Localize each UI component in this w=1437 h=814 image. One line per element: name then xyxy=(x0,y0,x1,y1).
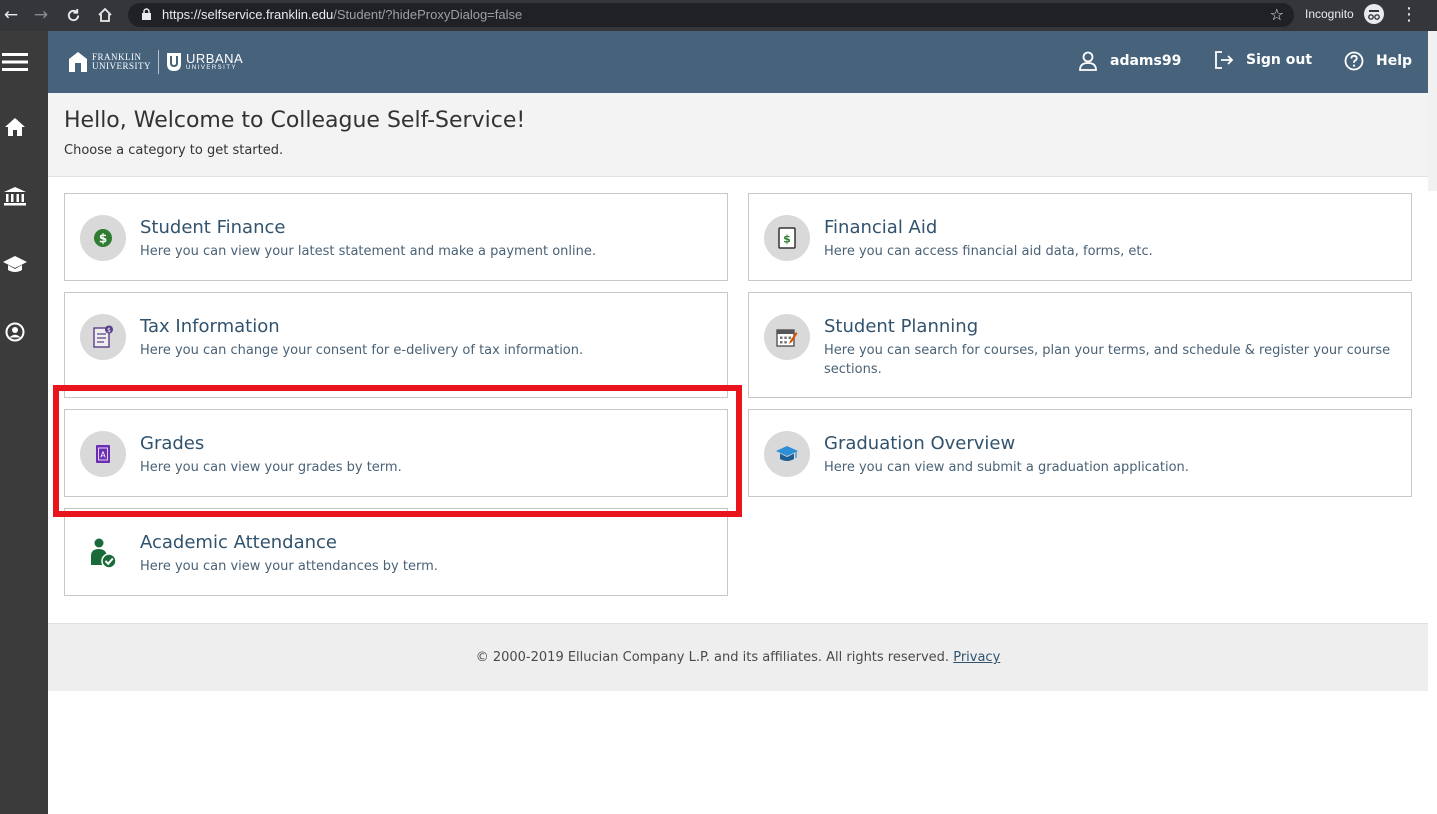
tile-title: Financial Aid xyxy=(824,217,938,238)
urbana-line1: URBANA xyxy=(186,51,244,66)
help-label: Help xyxy=(1376,53,1413,69)
tile-tax-information[interactable]: $ Tax Information Here you can change yo… xyxy=(64,292,728,398)
left-nav-rail xyxy=(0,31,48,814)
tile-description: Here you can change your consent for e-d… xyxy=(140,343,584,358)
url-path: /Student/?hideProxyDialog=false xyxy=(333,7,523,22)
tax-document-icon: $ xyxy=(80,314,126,360)
reload-icon[interactable] xyxy=(62,4,84,26)
tile-description: Here you can view your latest statement … xyxy=(140,244,596,259)
tile-academic-attendance[interactable]: Academic Attendance Here you can view yo… xyxy=(64,508,728,596)
finance-building-icon[interactable] xyxy=(0,181,30,211)
urbana-line2: UNIVERSITY xyxy=(186,65,238,71)
home-nav-icon[interactable] xyxy=(0,112,30,142)
username-label: adams99 xyxy=(1110,53,1182,69)
help-question-icon xyxy=(1344,51,1364,71)
svg-text:$: $ xyxy=(107,327,111,334)
tile-title: Student Planning xyxy=(824,316,979,337)
logo-divider xyxy=(158,50,159,74)
tile-student-planning[interactable]: Student Planning Here you can search for… xyxy=(748,292,1412,398)
url-text: https://selfservice.franklin.edu/Student… xyxy=(162,7,522,22)
tile-student-finance[interactable]: $ Student Finance Here you can view your… xyxy=(64,193,728,281)
graduation-cap-icon xyxy=(764,431,810,477)
tile-title: Graduation Overview xyxy=(824,433,1016,454)
university-logo[interactable]: FRANKLIN UNIVERSITY URBANA UNIVERSITY xyxy=(68,50,243,74)
tile-description: Here you can view your attendances by te… xyxy=(140,559,438,574)
hamburger-menu-icon[interactable] xyxy=(0,47,30,77)
tile-description: Here you can access financial aid data, … xyxy=(824,244,1153,259)
tile-description: Here you can view and submit a graduatio… xyxy=(824,460,1189,475)
bookmark-star-icon[interactable]: ☆ xyxy=(1270,5,1284,24)
user-icon xyxy=(1079,51,1097,71)
svg-text:$: $ xyxy=(783,233,791,246)
sign-out-icon xyxy=(1215,51,1234,69)
address-bar[interactable]: https://selfservice.franklin.edu/Student… xyxy=(128,3,1294,27)
person-check-icon xyxy=(80,530,126,576)
franklin-wordmark: FRANKLIN UNIVERSITY xyxy=(92,53,151,71)
user-account-link[interactable]: adams99 xyxy=(1078,51,1181,71)
lock-icon xyxy=(142,8,151,20)
franklin-shield-icon xyxy=(69,52,87,72)
franklin-line2: UNIVERSITY xyxy=(92,61,151,71)
footer-text: © 2000-2019 Ellucian Company L.P. and it… xyxy=(48,650,1428,665)
incognito-icon[interactable] xyxy=(1364,4,1384,24)
sign-out-label: Sign out xyxy=(1246,52,1313,68)
calendar-pencil-icon xyxy=(764,314,810,360)
page-subtitle: Choose a category to get started. xyxy=(64,143,284,158)
tile-title: Academic Attendance xyxy=(140,532,338,553)
urbana-wordmark: URBANA UNIVERSITY xyxy=(186,51,244,71)
help-button[interactable]: Help xyxy=(1344,51,1412,71)
tile-graduation-overview[interactable]: Graduation Overview Here you can view an… xyxy=(748,409,1412,497)
scrollbar-thumb[interactable] xyxy=(1428,31,1437,191)
page-title: Hello, Welcome to Colleague Self-Service… xyxy=(64,108,526,133)
copyright-text: © 2000-2019 Ellucian Company L.P. and it… xyxy=(475,650,950,665)
home-icon[interactable] xyxy=(94,4,116,26)
tile-title: Student Finance xyxy=(140,217,286,238)
svg-text:$: $ xyxy=(99,232,107,246)
page-footer: © 2000-2019 Ellucian Company L.P. and it… xyxy=(48,623,1428,691)
url-host: https://selfservice.franklin.edu xyxy=(162,7,334,22)
dollar-document-icon: $ xyxy=(764,215,810,261)
browser-toolbar: ← → https://selfservice.franklin.edu/Stu… xyxy=(0,0,1437,31)
user-profile-icon[interactable] xyxy=(0,317,30,347)
back-arrow-icon[interactable]: ← xyxy=(0,4,22,26)
sign-out-button[interactable]: Sign out xyxy=(1214,51,1312,69)
tile-description: Here you can search for courses, plan yo… xyxy=(824,343,1391,377)
privacy-link[interactable]: Privacy xyxy=(953,650,1000,665)
urbana-shield-icon xyxy=(167,53,181,71)
tile-title: Tax Information xyxy=(140,316,280,337)
welcome-banner: Hello, Welcome to Colleague Self-Service… xyxy=(48,93,1428,177)
incognito-label: Incognito xyxy=(1305,7,1354,21)
grades-highlight-box xyxy=(53,385,742,517)
graduation-cap-nav-icon[interactable] xyxy=(0,249,30,279)
forward-arrow-icon[interactable]: → xyxy=(30,4,52,26)
tile-financial-aid[interactable]: $ Financial Aid Here you can access fina… xyxy=(748,193,1412,281)
dollar-coin-icon: $ xyxy=(80,215,126,261)
app-header: FRANKLIN UNIVERSITY URBANA UNIVERSITY ad… xyxy=(48,31,1428,93)
menu-kebab-icon[interactable]: ⋮ xyxy=(1400,4,1418,25)
